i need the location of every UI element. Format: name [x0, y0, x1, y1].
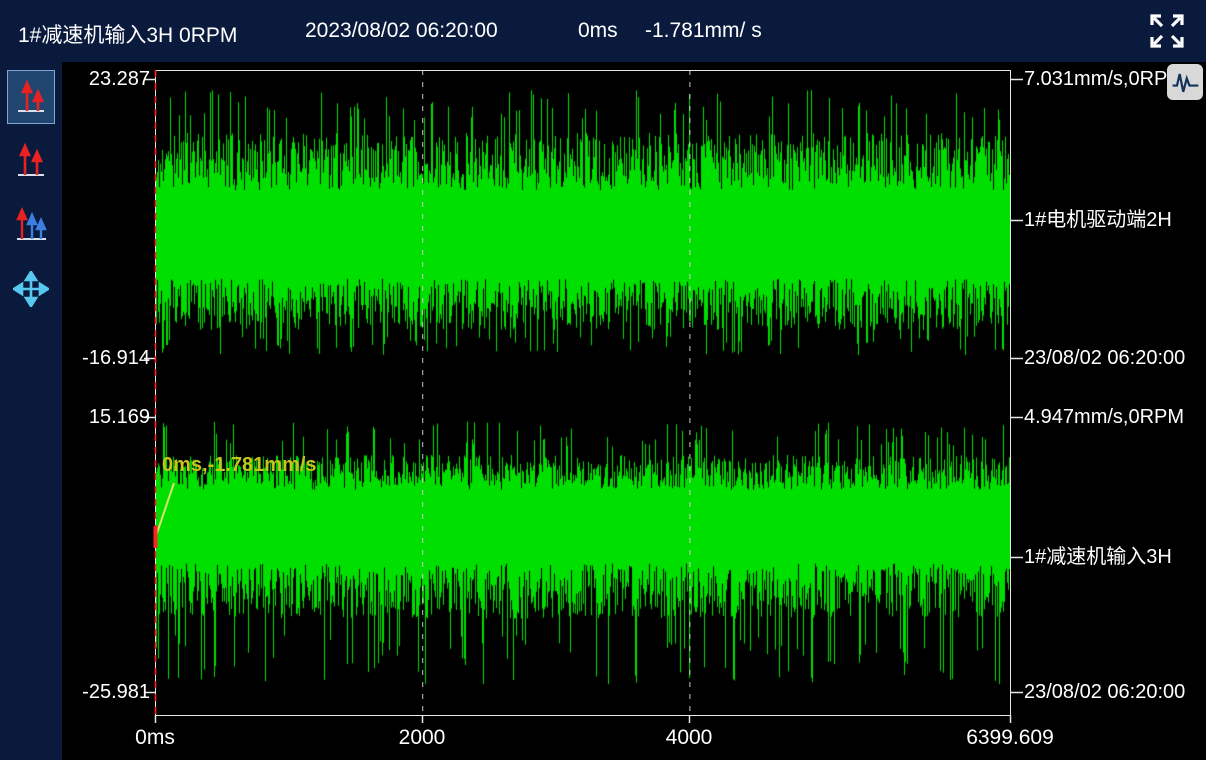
tool-sidebar: [0, 62, 62, 760]
waveform-canvas[interactable]: [155, 70, 1010, 715]
waveform-mode-button[interactable]: [1167, 64, 1203, 100]
tool-sideband-markers-button[interactable]: [7, 198, 55, 252]
x-axis-ticks: [156, 715, 1011, 723]
y-axis-ticks-left: [144, 80, 155, 693]
x-tick-4000: 4000: [666, 726, 713, 750]
fullscreen-expand-icon: [1148, 12, 1186, 50]
tool-single-marker-button[interactable]: [7, 70, 55, 124]
tool-pan-button[interactable]: [7, 262, 55, 316]
ch2-channel-name: 1#减速机输入3H: [1024, 545, 1172, 569]
ch2-y-max-label: 15.169: [62, 405, 150, 429]
ch1-channel-name: 1#电机驱动端2H: [1024, 208, 1172, 232]
x-tick-end: 6399.609: [966, 726, 1054, 750]
sideband-markers-icon: [13, 206, 49, 244]
vibration-analyzer-app: 1#减速机输入3H 0RPM 2023/08/02 06:20:00 0ms -…: [0, 0, 1206, 760]
x-tick-0: 0ms: [135, 726, 175, 750]
ch1-peak-label: 7.031mm/s,0RPM: [1024, 67, 1184, 91]
ch2-y-min-label: -25.981: [62, 680, 150, 704]
header-datetime: 2023/08/02 06:20:00: [305, 19, 498, 43]
channel-title: 1#减速机输入3H 0RPM: [18, 19, 237, 49]
header-cursor-value: -1.781mm/ s: [645, 19, 762, 43]
y-axis-ticks-right: [1010, 80, 1023, 693]
cursor-annotation: 0ms,-1.781mm/s: [162, 454, 317, 477]
single-marker-impulse-icon: [13, 78, 49, 116]
ch1-y-min-label: -16.914: [62, 346, 150, 370]
x-tick-2000: 2000: [399, 726, 446, 750]
pan-move-icon: [13, 271, 49, 307]
ch1-time-label: 23/08/02 06:20:00: [1024, 346, 1185, 370]
header-bar: 1#减速机输入3H 0RPM 2023/08/02 06:20:00 0ms -…: [0, 0, 1206, 62]
waveform-chart-area: 23.287 -16.914 15.169 -25.981 7.031mm/s,…: [62, 62, 1206, 760]
header-cursor-time: 0ms: [578, 19, 618, 43]
waveform-icon: [1169, 66, 1201, 98]
tool-harmonic-markers-button[interactable]: [7, 134, 55, 188]
ch2-peak-label: 4.947mm/s,0RPM: [1024, 405, 1184, 429]
ch2-time-label: 23/08/02 06:20:00: [1024, 680, 1185, 704]
ch1-y-max-label: 23.287: [62, 67, 150, 91]
harmonic-markers-icon: [13, 142, 49, 180]
fullscreen-button[interactable]: [1148, 12, 1186, 50]
